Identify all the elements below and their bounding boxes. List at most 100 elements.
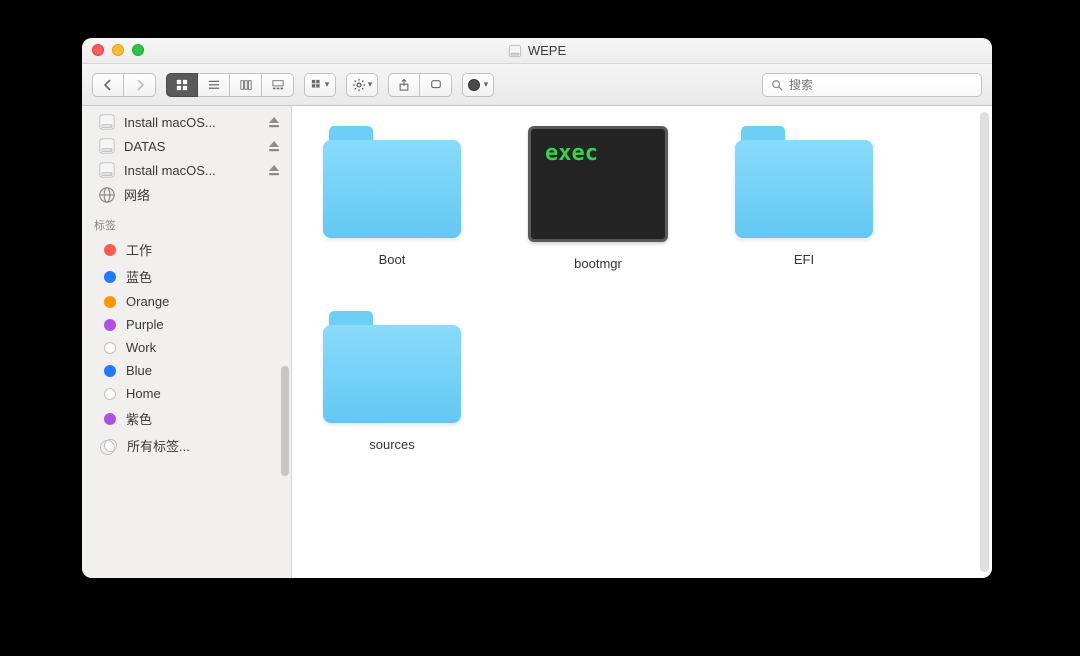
file-item[interactable]: EFI bbox=[724, 126, 884, 271]
nav-buttons bbox=[92, 73, 156, 97]
file-name-label: EFI bbox=[794, 252, 814, 267]
minimize-window-button[interactable] bbox=[112, 44, 124, 56]
tag-dot-icon bbox=[104, 388, 116, 400]
exec-file-icon: exec bbox=[528, 126, 668, 242]
icon-view-button[interactable] bbox=[166, 73, 198, 97]
sidebar-network[interactable]: 网络 bbox=[82, 182, 291, 207]
content-scrollbar[interactable] bbox=[980, 112, 989, 572]
tag-dot-icon bbox=[104, 365, 116, 377]
list-view-button[interactable] bbox=[198, 73, 230, 97]
titlebar: WEPE bbox=[82, 38, 992, 64]
sidebar-item-label: Work bbox=[126, 340, 156, 355]
sidebar-item-label: 紫色 bbox=[126, 409, 152, 428]
share-tag-group bbox=[388, 73, 452, 97]
tag-dot-icon bbox=[104, 319, 116, 331]
sidebar-device[interactable]: Install macOS... bbox=[82, 110, 291, 134]
sidebar-item-label: DATAS bbox=[124, 139, 259, 154]
tag-button[interactable] bbox=[420, 73, 452, 97]
gallery-view-button[interactable] bbox=[262, 73, 294, 97]
sidebar-tag[interactable]: Work bbox=[82, 336, 291, 359]
chevron-down-icon: ▾ bbox=[484, 79, 489, 90]
traffic-lights bbox=[92, 44, 144, 56]
file-item[interactable]: Boot bbox=[312, 126, 472, 271]
action-button[interactable]: ▾ bbox=[346, 73, 378, 97]
sidebar-item-label: 工作 bbox=[126, 240, 152, 259]
search-field[interactable] bbox=[762, 73, 982, 97]
file-name-label: Boot bbox=[379, 252, 406, 267]
folder-icon bbox=[735, 126, 873, 238]
sidebar-tag[interactable]: 紫色 bbox=[82, 405, 291, 432]
close-window-button[interactable] bbox=[92, 44, 104, 56]
folder-icon bbox=[323, 126, 461, 238]
back-button[interactable] bbox=[92, 73, 124, 97]
window-title-text: WEPE bbox=[528, 43, 566, 58]
grid-icon bbox=[176, 79, 188, 91]
disk-icon bbox=[98, 161, 116, 179]
eject-icon[interactable] bbox=[267, 139, 281, 153]
sidebar-tag[interactable]: Home bbox=[82, 382, 291, 405]
volume-icon bbox=[508, 44, 522, 58]
privacy-icon bbox=[468, 79, 480, 91]
privacy-button[interactable]: ▾ bbox=[462, 73, 494, 97]
folder-icon bbox=[323, 311, 461, 423]
tag-dot-icon bbox=[104, 296, 116, 308]
sidebar: Install macOS... DATAS Install macOS... 网络… bbox=[82, 106, 292, 578]
file-item[interactable]: sources bbox=[312, 311, 472, 452]
window-body: Install macOS... DATAS Install macOS... 网络… bbox=[82, 106, 992, 578]
search-input[interactable] bbox=[789, 78, 973, 92]
search-icon bbox=[771, 79, 783, 91]
file-grid: Boot exec bootmgr EFI sources bbox=[292, 106, 992, 578]
sidebar-item-label: Blue bbox=[126, 363, 152, 378]
chevron-down-icon: ▾ bbox=[368, 79, 373, 90]
chevron-left-icon bbox=[102, 79, 114, 91]
window-title: WEPE bbox=[508, 43, 566, 58]
sidebar-device[interactable]: Install macOS... bbox=[82, 158, 291, 182]
sidebar-tag[interactable]: 工作 bbox=[82, 236, 291, 263]
toolbar: ▾ ▾ ▾ bbox=[82, 64, 992, 106]
sidebar-item-label: Install macOS... bbox=[124, 115, 259, 130]
arrange-button[interactable]: ▾ bbox=[304, 73, 336, 97]
all-tags-icon bbox=[104, 439, 117, 452]
sidebar-tag[interactable]: Orange bbox=[82, 290, 291, 313]
sidebar-tag[interactable]: 蓝色 bbox=[82, 263, 291, 290]
file-item[interactable]: exec bootmgr bbox=[518, 126, 678, 271]
forward-button[interactable] bbox=[124, 73, 156, 97]
sidebar-scrollbar[interactable] bbox=[281, 366, 289, 476]
tag-dot-icon bbox=[104, 342, 116, 354]
sidebar-item-label: Home bbox=[126, 386, 161, 401]
tag-dot-icon bbox=[104, 271, 116, 283]
gallery-icon bbox=[272, 79, 284, 91]
eject-icon[interactable] bbox=[267, 115, 281, 129]
tag-icon bbox=[430, 79, 442, 91]
share-button[interactable] bbox=[388, 73, 420, 97]
sidebar-item-label: Purple bbox=[126, 317, 164, 332]
list-icon bbox=[208, 79, 220, 91]
sidebar-item-label: 蓝色 bbox=[126, 267, 152, 286]
sidebar-item-label: 网络 bbox=[124, 185, 281, 204]
sidebar-section-tags: 标签 bbox=[82, 207, 291, 236]
file-name-label: sources bbox=[369, 437, 415, 452]
chevron-right-icon bbox=[134, 79, 146, 91]
share-icon bbox=[398, 79, 410, 91]
sidebar-item-label: Orange bbox=[126, 294, 169, 309]
arrange-icon bbox=[311, 79, 323, 91]
zoom-window-button[interactable] bbox=[132, 44, 144, 56]
eject-icon[interactable] bbox=[267, 163, 281, 177]
sidebar-tag[interactable]: Blue bbox=[82, 359, 291, 382]
sidebar-item-label: 所有标签... bbox=[127, 436, 190, 455]
sidebar-item-label: Install macOS... bbox=[124, 163, 259, 178]
sidebar-all-tags[interactable]: 所有标签... bbox=[82, 432, 291, 459]
gear-icon bbox=[352, 78, 366, 92]
disk-icon bbox=[98, 113, 116, 131]
tag-dot-icon bbox=[104, 413, 116, 425]
sidebar-tag[interactable]: Purple bbox=[82, 313, 291, 336]
columns-icon bbox=[240, 79, 252, 91]
column-view-button[interactable] bbox=[230, 73, 262, 97]
file-name-label: bootmgr bbox=[574, 256, 622, 271]
tag-dot-icon bbox=[104, 244, 116, 256]
globe-icon bbox=[98, 186, 116, 204]
finder-window: WEPE bbox=[82, 38, 992, 578]
chevron-down-icon: ▾ bbox=[325, 79, 330, 90]
sidebar-device[interactable]: DATAS bbox=[82, 134, 291, 158]
disk-icon bbox=[98, 137, 116, 155]
